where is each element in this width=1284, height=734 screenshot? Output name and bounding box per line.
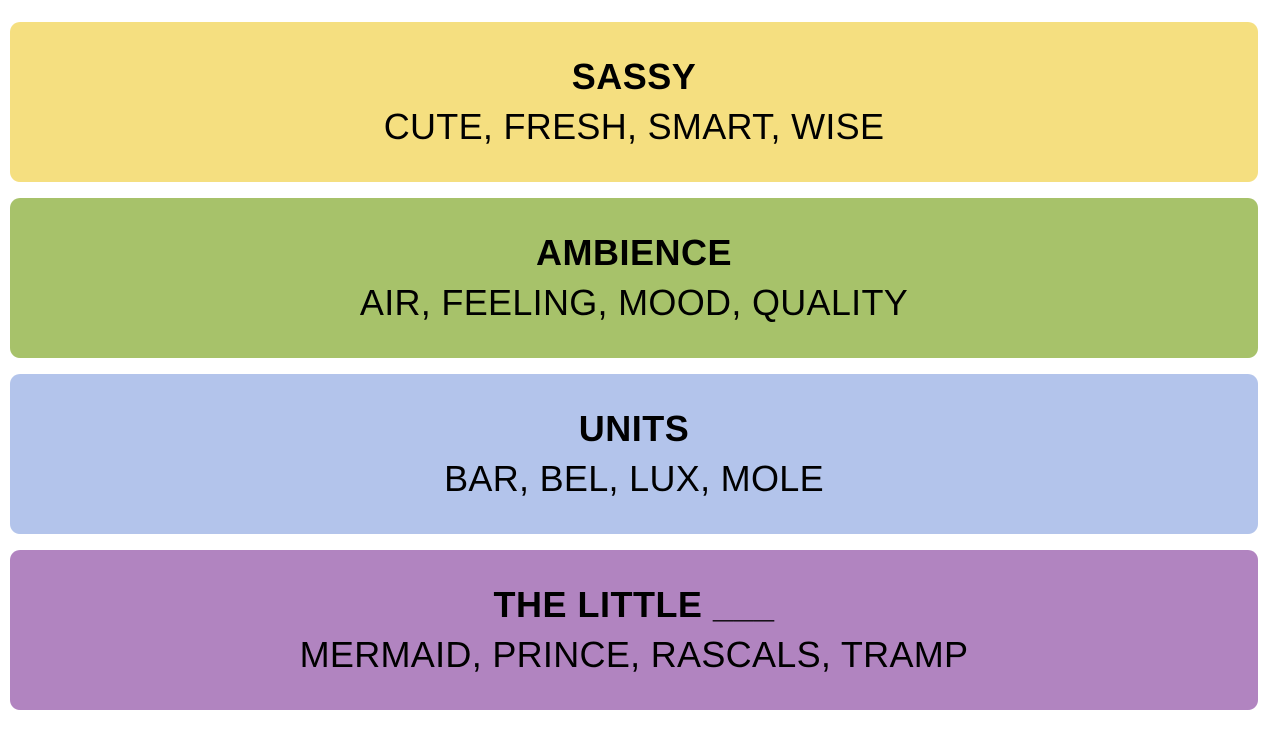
group-members: AIR, FEELING, MOOD, QUALITY <box>359 282 909 323</box>
group-title: AMBIENCE <box>535 232 732 273</box>
solved-group-blue: UNITS BAR, BEL, LUX, MOLE <box>10 374 1258 534</box>
group-members: BAR, BEL, LUX, MOLE <box>444 458 824 499</box>
group-title: THE LITTLE ___ <box>493 584 775 625</box>
solved-group-purple: THE LITTLE ___ MERMAID, PRINCE, RASCALS,… <box>10 550 1258 710</box>
solved-group-green: AMBIENCE AIR, FEELING, MOOD, QUALITY <box>10 198 1258 358</box>
group-members: CUTE, FRESH, SMART, WISE <box>383 106 885 147</box>
group-title: UNITS <box>578 408 690 449</box>
group-members: MERMAID, PRINCE, RASCALS, TRAMP <box>299 634 969 675</box>
solved-group-yellow: SASSY CUTE, FRESH, SMART, WISE <box>10 22 1258 182</box>
solved-groups-board: SASSY CUTE, FRESH, SMART, WISE AMBIENCE … <box>10 22 1258 710</box>
group-title: SASSY <box>571 56 697 97</box>
